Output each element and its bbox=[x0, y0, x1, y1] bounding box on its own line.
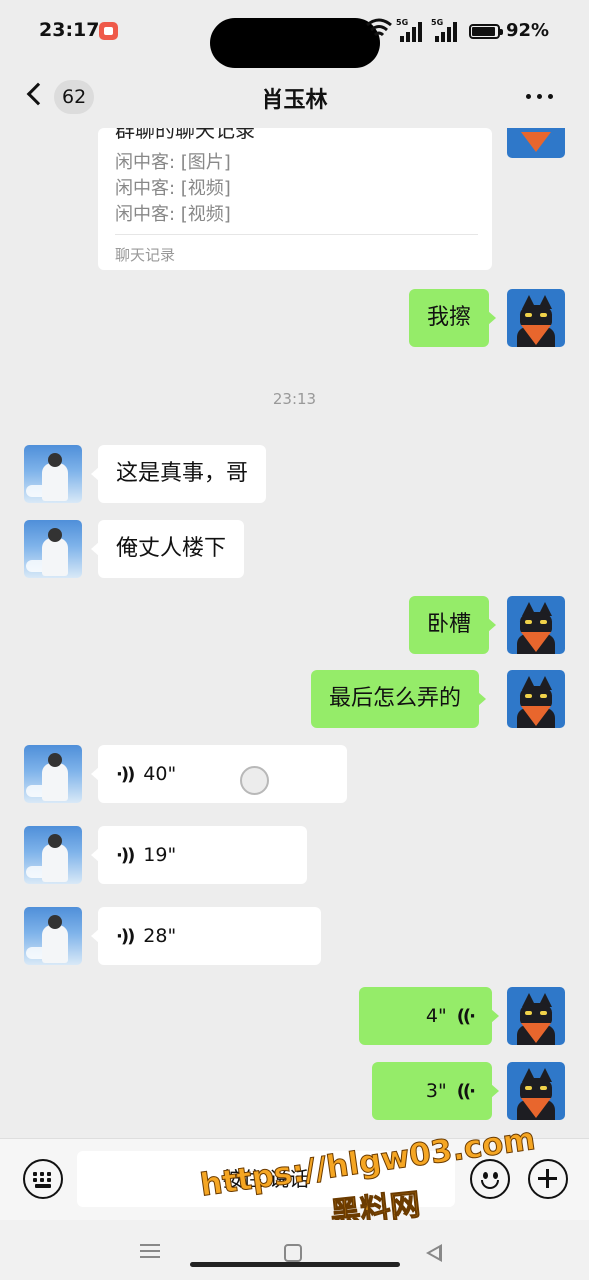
my-avatar[interactable] bbox=[507, 987, 565, 1045]
chat-header: 62 肖玉林 bbox=[0, 72, 589, 122]
wifi-icon bbox=[366, 18, 392, 37]
contact-avatar[interactable] bbox=[24, 907, 82, 965]
card-footer-label: 聊天记录 bbox=[115, 246, 176, 264]
voice-duration: 19" bbox=[143, 844, 177, 866]
message-bubble-outgoing[interactable]: 卧槽 bbox=[409, 596, 497, 654]
contact-avatar[interactable] bbox=[24, 445, 82, 503]
card-line: 闲中客: [图片] bbox=[115, 152, 231, 173]
recent-apps-icon[interactable] bbox=[140, 1242, 160, 1260]
screen-record-icon bbox=[99, 22, 118, 40]
signal-icon-sim2: 5G bbox=[431, 18, 459, 42]
message-bubble-outgoing[interactable]: 最后怎么弄的 bbox=[311, 670, 487, 728]
battery-percent: 92% bbox=[506, 20, 550, 41]
my-avatar[interactable] bbox=[507, 289, 565, 347]
voice-message-incoming[interactable]: ·)) 40" bbox=[91, 745, 347, 803]
my-avatar[interactable] bbox=[507, 596, 565, 654]
signal-icon-sim1: 5G bbox=[396, 18, 424, 42]
voice-duration: 28" bbox=[143, 925, 177, 947]
voice-message-incoming[interactable]: ·)) 28" bbox=[91, 907, 321, 965]
message-text: 最后怎么弄的 bbox=[329, 686, 462, 711]
forwarded-chat-history-card[interactable]: 群聊的聊天记录 闲中客: [图片] 闲中客: [视频] 闲中客: [视频] 聊天… bbox=[98, 128, 492, 270]
message-bubble-outgoing[interactable]: 我擦 bbox=[409, 289, 497, 347]
network-type-label: 5G bbox=[431, 18, 444, 27]
message-timestamp: 23:13 bbox=[272, 390, 317, 408]
message-text: 俺丈人楼下 bbox=[116, 536, 227, 561]
keyboard-toggle-button[interactable] bbox=[23, 1159, 63, 1199]
my-avatar[interactable] bbox=[507, 670, 565, 728]
status-bar: 23:17 5G 5G 92% bbox=[0, 0, 589, 68]
card-line: 闲中客: [视频] bbox=[115, 178, 231, 199]
home-indicator[interactable] bbox=[190, 1262, 400, 1267]
more-options-button[interactable] bbox=[526, 88, 556, 104]
smile-icon bbox=[481, 1180, 499, 1189]
card-line: 闲中客: [视频] bbox=[115, 204, 231, 225]
message-text: 这是真事，哥 bbox=[116, 461, 249, 486]
system-nav-bar bbox=[0, 1220, 589, 1280]
message-bubble-incoming[interactable]: 这是真事，哥 bbox=[90, 445, 267, 503]
contact-avatar[interactable] bbox=[24, 826, 82, 884]
more-functions-button[interactable] bbox=[528, 1159, 568, 1199]
battery-icon bbox=[469, 24, 503, 39]
contact-avatar[interactable] bbox=[24, 520, 82, 578]
home-icon[interactable] bbox=[284, 1244, 302, 1262]
message-bubble-incoming[interactable]: 俺丈人楼下 bbox=[90, 520, 245, 578]
card-title: 群聊的聊天记录 bbox=[115, 128, 255, 142]
voice-duration: 4" bbox=[425, 1005, 447, 1027]
touch-indicator bbox=[240, 766, 269, 795]
contact-avatar[interactable] bbox=[24, 745, 82, 803]
status-time: 23:17 bbox=[39, 19, 100, 41]
voice-wave-icon: ((· bbox=[456, 1005, 476, 1027]
voice-wave-icon: ((· bbox=[456, 1080, 476, 1102]
chat-title: 肖玉林 bbox=[261, 88, 328, 113]
voice-message-outgoing[interactable]: 3" ((· bbox=[372, 1062, 499, 1120]
voice-duration: 40" bbox=[143, 763, 177, 785]
voice-wave-icon: ·)) bbox=[116, 763, 135, 785]
back-triangle-icon[interactable] bbox=[426, 1244, 442, 1262]
voice-wave-icon: ·)) bbox=[116, 925, 135, 947]
card-divider bbox=[115, 234, 478, 235]
network-type-label: 5G bbox=[396, 18, 409, 27]
voice-message-outgoing[interactable]: 4" ((· bbox=[359, 987, 499, 1045]
voice-wave-icon: ·)) bbox=[116, 844, 135, 866]
voice-duration: 3" bbox=[425, 1080, 447, 1102]
my-avatar[interactable] bbox=[507, 128, 565, 158]
voice-message-incoming[interactable]: ·)) 19" bbox=[91, 826, 307, 884]
my-avatar[interactable] bbox=[507, 1062, 565, 1120]
message-text: 卧槽 bbox=[427, 612, 472, 637]
camera-notch bbox=[210, 18, 380, 68]
message-text: 我擦 bbox=[427, 305, 472, 330]
